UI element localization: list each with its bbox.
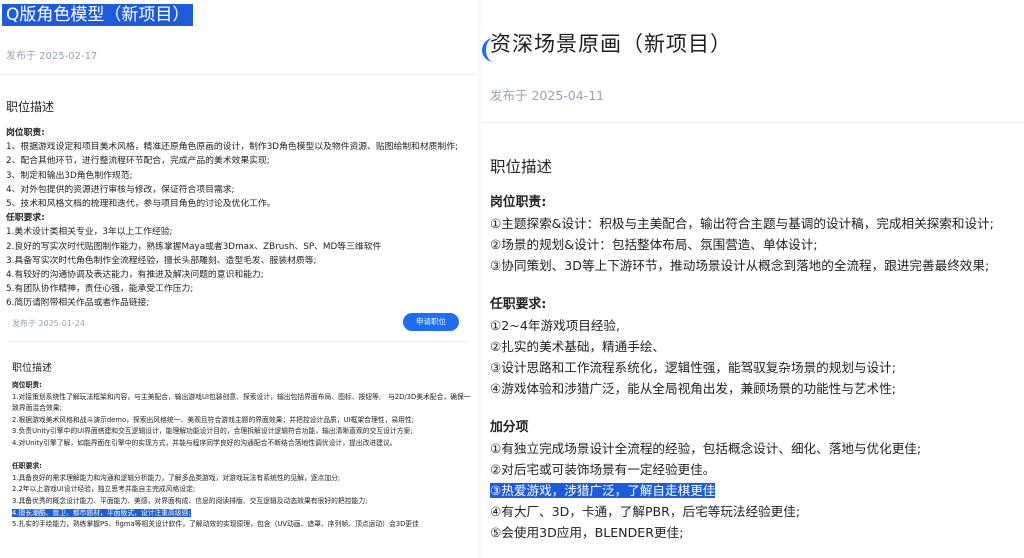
bonus-heading: 加分项 xyxy=(490,420,529,435)
apply-button[interactable]: 申请职位 xyxy=(403,313,459,331)
requirement-item: 3.具备写实次时代角色制作全流程经验，擅长头部雕刻、造型毛发、服装材质等; xyxy=(6,255,317,266)
duty-item: 1、根据游戏设定和项目美术风格，精准还原角色原画的设计，制作3D角色模型以及物件… xyxy=(6,142,458,153)
job-description: 岗位职责: 1.对接策划系统性了解玩法框架和内容，与主美配合，输出游戏UI包装创… xyxy=(12,380,474,531)
requirements-heading: 任职要求: xyxy=(490,297,547,312)
right-job-panel: 资深场景原画（新项目） 发布于 2025-04-11 职位描述 岗位职责: ①主… xyxy=(482,0,1024,558)
duty-item: 3.负责Unity引擎中的UI界面搭建和交互逻辑设计，能理解功能设计目的，合理拆… xyxy=(12,427,413,436)
requirement-item: ③设计思路和工作流程系统化，逻辑性强，能驾驭复杂场景的规划与设计; xyxy=(490,360,896,375)
duty-item: 2、配合其他环节，进行整流程环节配合，完成产品的美术效果实现; xyxy=(6,156,270,167)
duty-item: 4.对Unity引擎了解，如能界面在引擎中的实现方式，并能与程序同学良好的沟通配… xyxy=(12,438,397,447)
duty-item: ③协同策划、3D等上下游环节，推动场景设计从概念到落地的全流程，跟进完善最终效果… xyxy=(490,258,990,273)
job-description: 岗位职责: ①主题探索&设计：积极与主美配合，输出符合主题与基调的设计稿，完成相… xyxy=(490,192,1024,543)
job-title: Q版角色模型（新项目） xyxy=(2,4,194,26)
requirements-heading: 任职要求: xyxy=(12,462,42,471)
requirement-item: ①2~4年游戏项目经验, xyxy=(490,318,621,333)
requirement-item: 1.美术设计类相关专业，3年以上工作经验; xyxy=(6,227,173,238)
publish-date: 发布于 2025-01-24 xyxy=(12,319,86,328)
requirement-item: 5.有团队协作精神，责任心强，能承受工作压力; xyxy=(6,284,194,295)
bonus-item: ④有大厂、3D，卡通，了解PBR，后宅等玩法经验更佳; xyxy=(490,504,801,519)
bonus-item: ③热爱游戏，涉猎广泛，了解自走棋更佳 xyxy=(490,480,1024,501)
duties-heading: 岗位职责: xyxy=(12,381,42,389)
requirement-item: 2.良好的写实次时代贴图制作能力，熟练掌握Maya或者3Dmax、ZBrush、… xyxy=(6,241,382,252)
section-heading: 职位描述 xyxy=(490,158,553,176)
job-title: 资深场景原画（新项目） xyxy=(490,32,732,56)
requirement-item: ④游戏体验和涉猎广泛，能从全局视角出发，兼顾场景的功能性与艺术性; xyxy=(490,381,896,396)
divider xyxy=(8,341,468,342)
duty-item: 5、技术和风格文档的梳理和迭代，参与项目角色的讨论及优化工作。 xyxy=(6,199,276,210)
duties-heading: 岗位职责: xyxy=(490,195,547,210)
selected-text: ③热爱游戏，涉猎广泛，了解自走棋更佳 xyxy=(490,483,716,498)
requirement-item: 5.扎实的手绘能力，熟练掌握PS、figma等相关设计软件，了解动效的实现原理，… xyxy=(12,520,419,529)
duty-item: 1.对接策划系统性了解玩法框架和内容，与主美配合，输出游戏UI包装创意、探索设计… xyxy=(12,392,471,413)
section-heading: 职位描述 xyxy=(12,363,52,374)
requirement-item: ②扎实的美术基础，精通手绘、 xyxy=(490,339,666,354)
bonus-item: ①有独立完成场景设计全流程的经验，包括概念设计、细化、落地与优化更佳; xyxy=(490,441,922,456)
requirements-heading: 任职要求: xyxy=(6,213,45,224)
requirement-item: 2.2年以上游戏UI设计经验，独立思考并能自主完成风格设定; xyxy=(12,485,196,494)
duties-heading: 岗位职责: xyxy=(6,128,45,138)
duty-item: ①主题探索&设计：积极与主美配合，输出符合主题与基调的设计稿，完成相关探索和设计… xyxy=(490,216,994,231)
selected-text: 4.擅长潮酷、兽卫、都市题材，平面版式，设计注重高级感; xyxy=(12,508,191,517)
panel-divider xyxy=(477,0,481,558)
requirement-item: 6.简历请附带相关作品或者作品链接; xyxy=(6,298,150,309)
section-heading: 职位描述 xyxy=(6,100,55,114)
requirement-item: 3.具备优秀的概念设计能力、平面能力、美感，对界面构成、信息的阅读排版、交互逻辑… xyxy=(12,496,368,505)
left-job-panel: Q版角色模型（新项目） 发布于 2025-02-17 职位描述 岗位职责: 1、… xyxy=(0,0,476,558)
bonus-item: ⑤会使用3D应用，BLENDER更佳; xyxy=(490,525,684,540)
duty-item: 3、制定和输出3D角色制作规范; xyxy=(6,170,133,181)
job-description: 岗位职责: 1、根据游戏设定和项目美术风格，精准还原角色原画的设计，制作3D角色… xyxy=(6,126,476,311)
publish-date: 发布于 2025-04-11 xyxy=(490,88,605,103)
requirement-item: 1.具备良好的需求理解能力和沟通和逻辑分析能力，了解多品类游戏，对游戏玩法有系统… xyxy=(12,473,341,482)
bonus-item: ②对后宅或可装饰场景有一定经验更佳。 xyxy=(490,462,716,477)
publish-date: 发布于 2025-02-17 xyxy=(6,51,98,62)
requirement-item: 4.有较好的沟通协调及表达能力，有推进及解决问题的意识和能力; xyxy=(6,270,264,281)
duty-item: 2.根据游戏美术风格和战斗演示demo，探索出风格统一、美观且符合游戏主题的界面… xyxy=(12,415,415,424)
divider xyxy=(0,74,476,75)
duty-item: 4、对外包提供的资源进行审核与修改，保证符合项目需求; xyxy=(6,184,235,195)
duty-item: ②场景的规划&设计：包括整体布局、氛围营造、单体设计; xyxy=(490,237,818,252)
requirement-item: 4.擅长潮酷、兽卫、都市题材，平面版式，设计注重高级感; xyxy=(12,508,474,520)
divider xyxy=(482,122,1024,123)
